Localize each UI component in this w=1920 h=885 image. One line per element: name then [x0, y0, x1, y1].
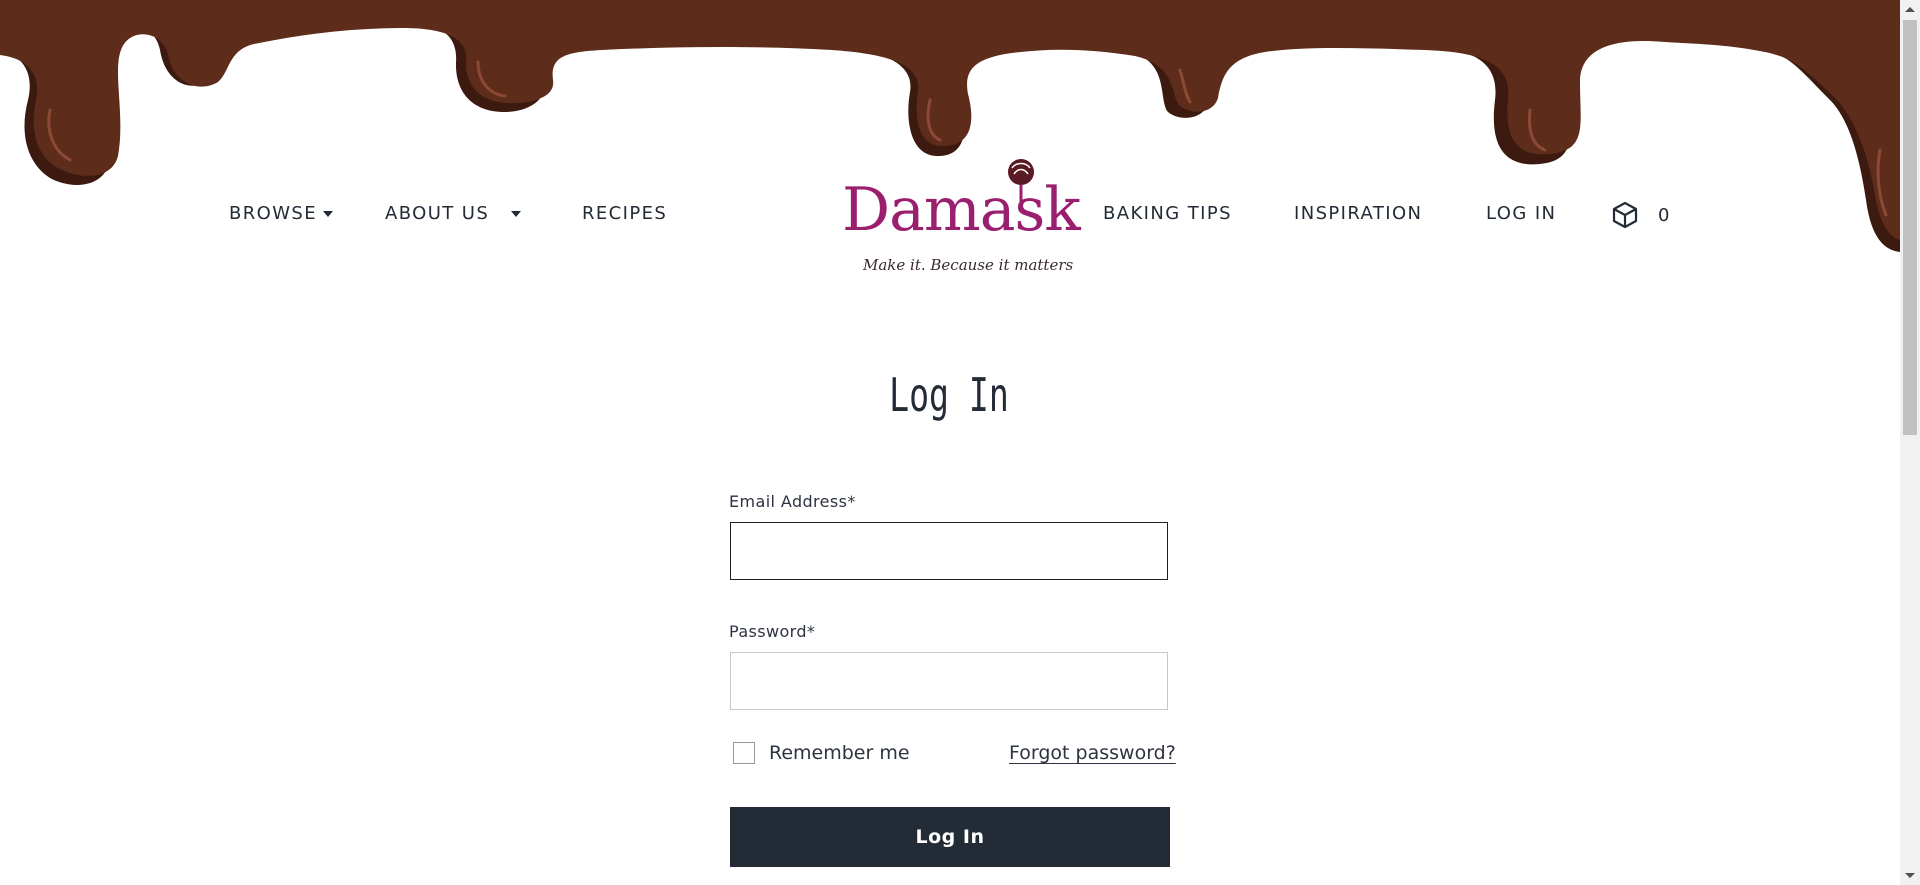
- page-title: Log In: [889, 368, 1009, 422]
- scroll-thumb[interactable]: [1903, 20, 1917, 435]
- nav-inspiration[interactable]: INSPIRATION: [1294, 203, 1422, 224]
- cart-count: 0: [1658, 204, 1670, 226]
- logo-wordmark: Damask: [842, 175, 1081, 245]
- nav-about-us[interactable]: ABOUT US: [385, 203, 522, 224]
- logo-tagline: Make it. Because it matters: [863, 256, 1074, 274]
- damask-logo[interactable]: Damask Make it. Because it matters: [836, 158, 1081, 276]
- scroll-up-icon[interactable]: [1905, 7, 1915, 12]
- nav-log-in-label: LOG IN: [1486, 203, 1557, 224]
- password-label: Password*: [729, 622, 816, 641]
- email-label: Email Address*: [729, 492, 856, 511]
- box-icon: [1612, 201, 1638, 229]
- cart-button[interactable]: 0: [1610, 200, 1669, 230]
- caret-down-icon: [511, 210, 522, 217]
- nav-recipes-label: RECIPES: [582, 203, 668, 224]
- scroll-down-icon[interactable]: [1905, 873, 1915, 878]
- remember-me[interactable]: Remember me: [733, 742, 910, 764]
- nav-inspiration-label: INSPIRATION: [1294, 203, 1423, 224]
- nav-recipes[interactable]: RECIPES: [582, 203, 667, 224]
- nav-log-in[interactable]: LOG IN: [1486, 203, 1556, 224]
- password-field[interactable]: [730, 652, 1168, 710]
- nav-baking-tips[interactable]: BAKING TIPS: [1103, 203, 1232, 224]
- remember-me-label: Remember me: [769, 742, 910, 764]
- remember-me-checkbox[interactable]: [733, 742, 755, 764]
- forgot-password-link[interactable]: Forgot password?: [1009, 742, 1176, 764]
- caret-down-icon: [323, 210, 334, 217]
- page: BROWSE ABOUT US RECIPES Damask Make it. …: [0, 0, 1920, 885]
- nav-browse-label: BROWSE: [229, 203, 318, 224]
- page-scrollbar[interactable]: [1900, 0, 1920, 885]
- email-field[interactable]: [730, 522, 1168, 580]
- nav-baking-tips-label: BAKING TIPS: [1103, 203, 1232, 224]
- log-in-button[interactable]: Log In: [730, 807, 1170, 867]
- nav-browse[interactable]: BROWSE: [229, 203, 334, 224]
- nav-about-label: ABOUT US: [385, 203, 490, 224]
